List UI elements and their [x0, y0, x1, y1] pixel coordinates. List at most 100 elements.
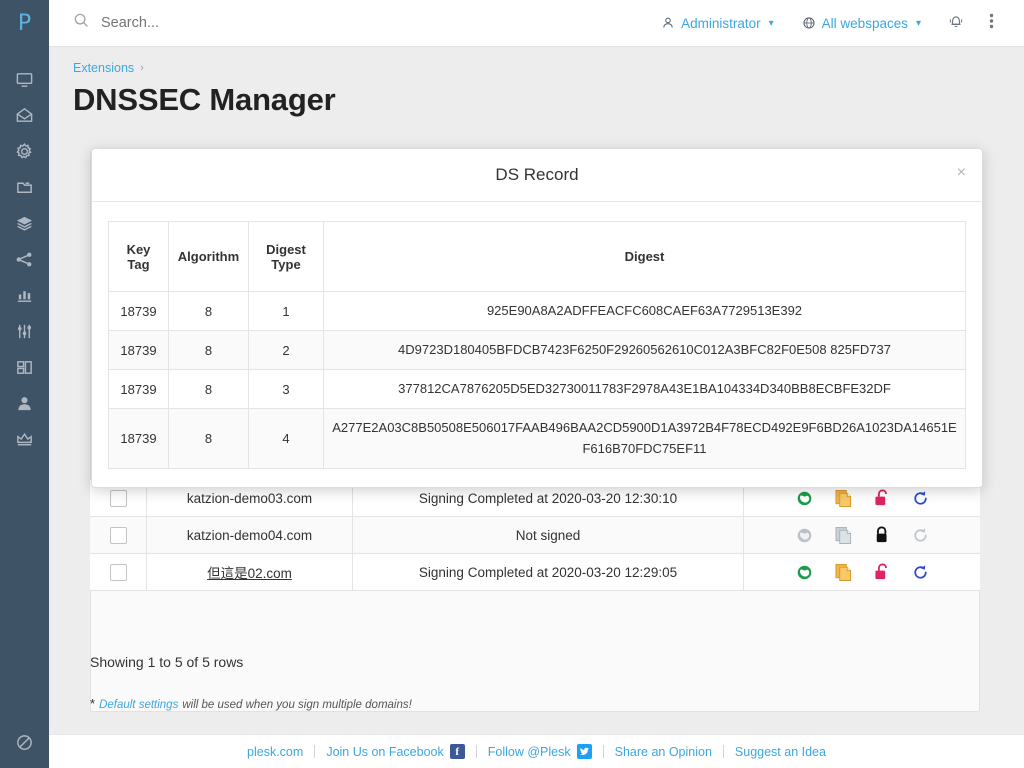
sidebar-item-tools-settings[interactable]	[0, 133, 49, 169]
refresh-icon[interactable]	[912, 564, 929, 581]
footer-link-plesk[interactable]: plesk.com	[236, 745, 314, 759]
footer-link-facebook[interactable]: Join Us on Facebook f	[315, 744, 475, 759]
footer-link-facebook-label: Join Us on Facebook	[326, 745, 443, 759]
domains-table: katzion-demo03.com Signing Completed at …	[90, 480, 980, 591]
webspaces-menu-label: All webspaces	[822, 16, 908, 31]
cell-key-tag: 18739	[109, 370, 169, 409]
sidebar-item-databases[interactable]	[0, 205, 49, 241]
facebook-icon: f	[450, 744, 465, 759]
gear-icon	[15, 142, 34, 161]
dialog-title: DS Record	[495, 165, 578, 185]
default-settings-link[interactable]: Default settings	[99, 699, 178, 711]
sidebar: P	[0, 0, 49, 768]
ds-record-row: 18739 8 2 4D9723D180405BFDCB7423F6250F29…	[109, 331, 966, 370]
row-actions	[744, 517, 980, 553]
footer-link-opinion[interactable]: Share an Opinion	[604, 745, 723, 759]
mail-icon	[15, 106, 34, 125]
page-footer: plesk.com Join Us on Facebook f Follow @…	[49, 734, 1024, 768]
row-checkbox[interactable]	[110, 564, 127, 581]
ds-record-table-body: 18739 8 1 925E90A8A2ADFFEACFC608CAEF63A7…	[109, 292, 966, 469]
close-icon[interactable]: ×	[957, 165, 966, 181]
sidebar-item-files[interactable]	[0, 169, 49, 205]
sidebar-item-users[interactable]	[0, 385, 49, 421]
sidebar-item-statistics[interactable]	[0, 277, 49, 313]
bell-icon	[947, 12, 965, 35]
cell-algorithm: 8	[169, 370, 249, 409]
monitor-icon	[15, 70, 34, 89]
breadcrumb-separator-icon: ›	[140, 62, 144, 74]
ds-record-row: 18739 8 1 925E90A8A2ADFFEACFC608CAEF63A7…	[109, 292, 966, 331]
table-row[interactable]: katzion-demo04.com Not signed	[90, 517, 980, 554]
sidebar-item-websites-domains[interactable]	[0, 61, 49, 97]
user-icon	[15, 394, 34, 413]
ds-record-dialog: DS Record × Key Tag Algorithm Digest Typ…	[91, 148, 983, 488]
search-input[interactable]	[101, 15, 401, 31]
cell-algorithm: 8	[169, 409, 249, 468]
cell-digest-type: 1	[249, 292, 324, 331]
cell-algorithm: 8	[169, 292, 249, 331]
footer-link-twitter[interactable]: Follow @Plesk	[477, 744, 603, 759]
crown-icon	[15, 430, 34, 449]
globe-icon[interactable]	[796, 564, 813, 581]
cell-key-tag: 18739	[109, 331, 169, 370]
cell-digest: A277E2A03C8B50508E506017FAAB496BAA2CD590…	[324, 409, 966, 468]
kebab-menu-icon	[989, 12, 994, 35]
cell-digest: 925E90A8A2ADFFEACFC608CAEF63A7729513E392	[324, 292, 966, 331]
table-row[interactable]: 但這是02.com Signing Completed at 2020-03-2…	[90, 554, 980, 591]
cell-digest-type: 2	[249, 331, 324, 370]
ds-record-row: 18739 8 3 377812CA7876205D5ED32730011783…	[109, 370, 966, 409]
unlock-icon[interactable]	[874, 563, 890, 581]
digest-type-line2: Type	[253, 257, 319, 272]
copy-icon[interactable]	[835, 489, 852, 508]
row-domain-label: 但這是02.com	[207, 562, 292, 582]
digest-type-line1: Digest	[253, 242, 319, 257]
sidebar-item-extensions[interactable]	[0, 349, 49, 385]
note-text: will be used when you sign multiple doma…	[182, 699, 411, 711]
sidebar-item-settings[interactable]	[0, 313, 49, 349]
sidebar-item-applications[interactable]	[0, 241, 49, 277]
unlock-icon[interactable]	[874, 489, 890, 507]
globe-menu-icon	[802, 16, 816, 30]
cell-algorithm: 8	[169, 331, 249, 370]
sidebar-item-licenses[interactable]	[0, 421, 49, 457]
note-asterisk: *	[90, 696, 95, 711]
webspaces-menu[interactable]: All webspaces ▾	[788, 16, 935, 31]
notifications-button[interactable]	[935, 12, 977, 35]
table-header-row: Key Tag Algorithm Digest Type Digest	[109, 222, 966, 292]
row-checkbox[interactable]	[110, 527, 127, 544]
breadcrumb-item-extensions[interactable]: Extensions	[73, 61, 134, 75]
more-options-button[interactable]	[977, 12, 1006, 35]
refresh-icon	[912, 527, 929, 544]
cell-digest: 4D9723D180405BFDCB7423F6250F29260562610C…	[324, 331, 966, 370]
sidebar-item-power[interactable]	[0, 724, 49, 760]
globe-icon[interactable]	[796, 490, 813, 507]
refresh-icon[interactable]	[912, 490, 929, 507]
footer-link-idea[interactable]: Suggest an Idea	[724, 745, 837, 759]
search-box[interactable]	[73, 12, 647, 34]
column-header-digest-type: Digest Type	[249, 222, 324, 292]
power-icon	[15, 733, 34, 752]
account-menu[interactable]: Administrator ▾	[647, 16, 788, 31]
grid-icon	[15, 358, 34, 377]
copy-icon	[835, 526, 852, 545]
plesk-dnssec-manager-page: P	[0, 0, 1024, 768]
copy-icon[interactable]	[835, 563, 852, 582]
ds-record-table: Key Tag Algorithm Digest Type Digest 187…	[108, 221, 966, 469]
plesk-logo[interactable]: P	[0, 0, 49, 47]
lock-icon[interactable]	[874, 526, 890, 544]
row-domain: katzion-demo04.com	[147, 517, 353, 553]
chart-bar-icon	[15, 286, 34, 305]
ds-record-table-head: Key Tag Algorithm Digest Type Digest	[109, 222, 966, 292]
person-icon	[661, 16, 675, 30]
twitter-icon	[577, 744, 592, 759]
share-icon	[15, 250, 34, 269]
row-checkbox[interactable]	[110, 490, 127, 507]
ds-record-row: 18739 8 4 A277E2A03C8B50508E506017FAAB49…	[109, 409, 966, 468]
sidebar-nav-list	[0, 61, 49, 457]
sidebar-item-mail[interactable]	[0, 97, 49, 133]
row-status: Not signed	[353, 517, 744, 553]
dialog-body: Key Tag Algorithm Digest Type Digest 187…	[92, 202, 982, 485]
cell-digest: 377812CA7876205D5ED32730011783F2978A43E1…	[324, 370, 966, 409]
top-bar: Administrator ▾ All webspaces ▾	[49, 0, 1024, 47]
column-header-algorithm: Algorithm	[169, 222, 249, 292]
